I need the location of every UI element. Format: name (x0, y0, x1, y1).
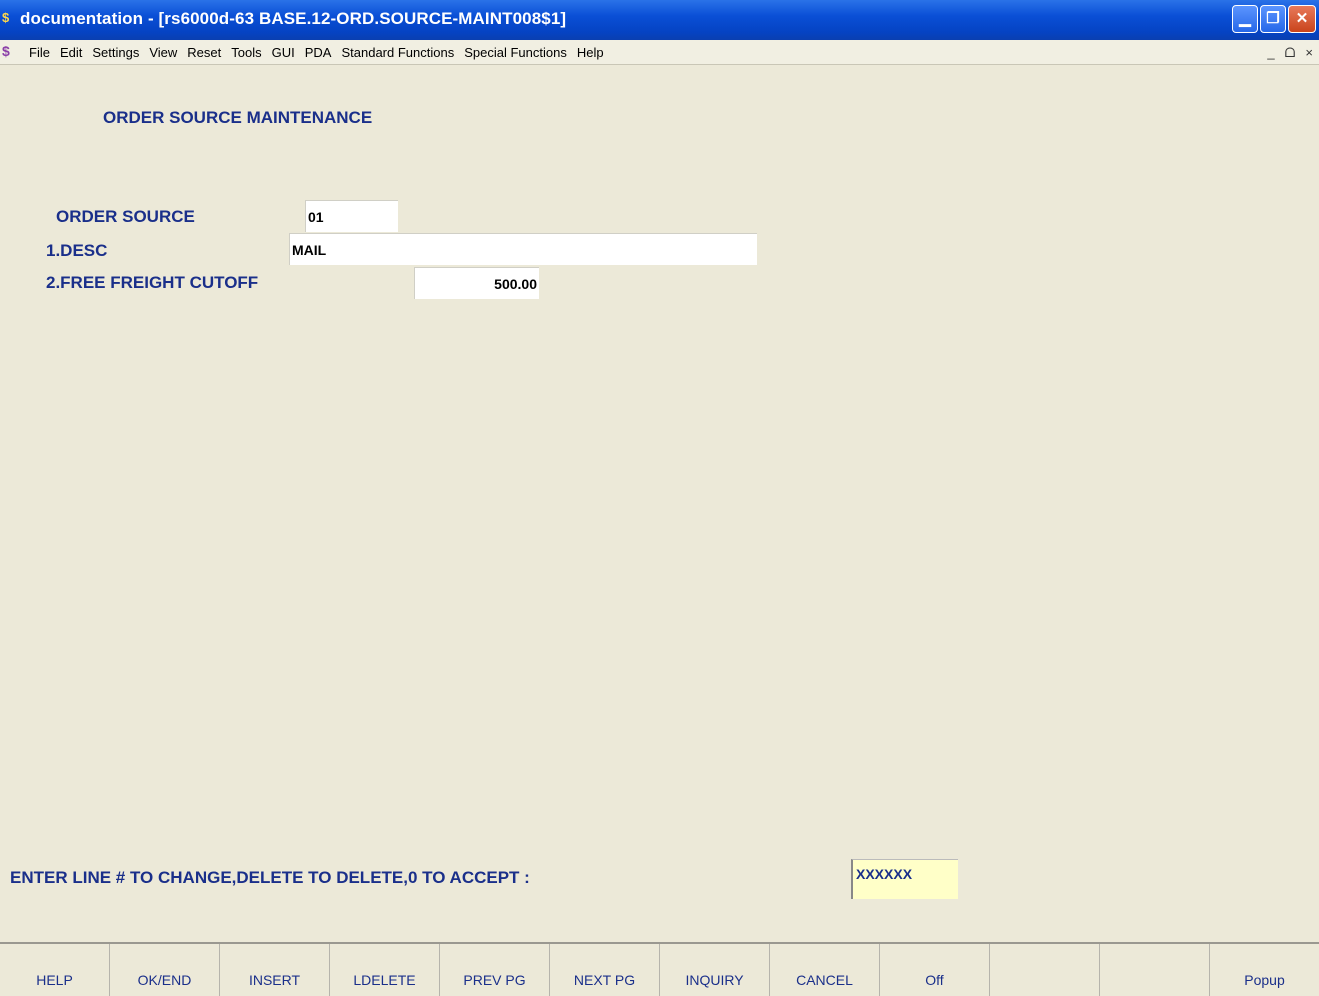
menu-settings[interactable]: Settings (87, 40, 144, 65)
insert-button[interactable]: INSERT (220, 944, 330, 996)
help-button[interactable]: HELP (0, 944, 110, 996)
order-source-field[interactable]: 01 (305, 200, 398, 232)
menu-view[interactable]: View (144, 40, 182, 65)
menu-pda[interactable]: PDA (300, 40, 337, 65)
close-icon: ✕ (1295, 10, 1309, 27)
menu-reset[interactable]: Reset (182, 40, 226, 65)
insert-button-label: INSERT (248, 972, 301, 988)
popup-button-label: Popup (1244, 972, 1285, 988)
next-page-button[interactable]: NEXT PG (550, 944, 660, 996)
restore-icon: ❐ (1266, 10, 1280, 27)
mdi-minimize-icon[interactable]: _ (1267, 40, 1274, 65)
menu-help[interactable]: Help (572, 40, 609, 65)
minimize-button[interactable]: ▁ (1232, 5, 1258, 33)
command-input[interactable]: XXXXXX (851, 859, 958, 899)
minimize-icon: ▁ (1239, 10, 1251, 27)
page-title: ORDER SOURCE MAINTENANCE (103, 108, 373, 127)
ldelete-button[interactable]: LDELETE (330, 944, 440, 996)
function-key-10[interactable] (990, 944, 1100, 996)
function-key-bar: HELP OK/END INSERT LDELETE PREV PG NEXT … (0, 942, 1319, 996)
inquiry-button[interactable]: INQUIRY (660, 944, 770, 996)
window-title: documentation - [rs6000d-63 BASE.12-ORD.… (20, 9, 567, 28)
mdi-controls: _ ᗝ × (1267, 40, 1313, 65)
menu-bar: $ File Edit Settings View Reset Tools GU… (0, 40, 1319, 65)
desc-label: 1.DESC (46, 241, 108, 260)
menu-file[interactable]: File (24, 40, 55, 65)
desc-field[interactable]: MAIL (289, 233, 757, 265)
inquiry-button-label: INQUIRY (685, 972, 744, 988)
off-button[interactable]: Off (880, 944, 990, 996)
free-freight-cutoff-field[interactable]: 500.00 (414, 267, 539, 299)
function-key-11[interactable] (1100, 944, 1210, 996)
document-icon[interactable]: $ (2, 43, 10, 59)
next-page-button-label: NEXT PG (573, 972, 636, 988)
menu-gui[interactable]: GUI (267, 40, 300, 65)
popup-button[interactable]: Popup (1210, 944, 1319, 996)
off-button-label: Off (925, 972, 944, 988)
ldelete-button-label: LDELETE (353, 972, 416, 988)
help-button-label: HELP (36, 972, 73, 988)
menu-edit[interactable]: Edit (55, 40, 87, 65)
prev-page-button[interactable]: PREV PG (440, 944, 550, 996)
ok-end-button-label: OK/END (137, 972, 192, 988)
menu-tools[interactable]: Tools (226, 40, 266, 65)
cancel-button-label: CANCEL (796, 972, 853, 988)
order-source-label: ORDER SOURCE (56, 207, 195, 226)
ok-end-button[interactable]: OK/END (110, 944, 220, 996)
command-prompt: ENTER LINE # TO CHANGE,DELETE TO DELETE,… (10, 868, 530, 887)
app-icon[interactable]: $ (2, 10, 14, 28)
free-freight-cutoff-label: 2.FREE FREIGHT CUTOFF (46, 273, 259, 292)
close-button[interactable]: ✕ (1288, 5, 1316, 33)
cancel-button[interactable]: CANCEL (770, 944, 880, 996)
menu-list: File Edit Settings View Reset Tools GUI … (24, 40, 609, 65)
menu-special-functions[interactable]: Special Functions (459, 40, 572, 65)
restore-button[interactable]: ❐ (1260, 5, 1286, 33)
title-bar: $ documentation - [rs6000d-63 BASE.12-OR… (0, 0, 1319, 40)
prev-page-button-label: PREV PG (463, 972, 526, 988)
menu-standard-functions[interactable]: Standard Functions (336, 40, 459, 65)
mdi-close-icon[interactable]: × (1305, 40, 1313, 65)
mdi-restore-icon[interactable]: ᗝ (1285, 40, 1296, 65)
